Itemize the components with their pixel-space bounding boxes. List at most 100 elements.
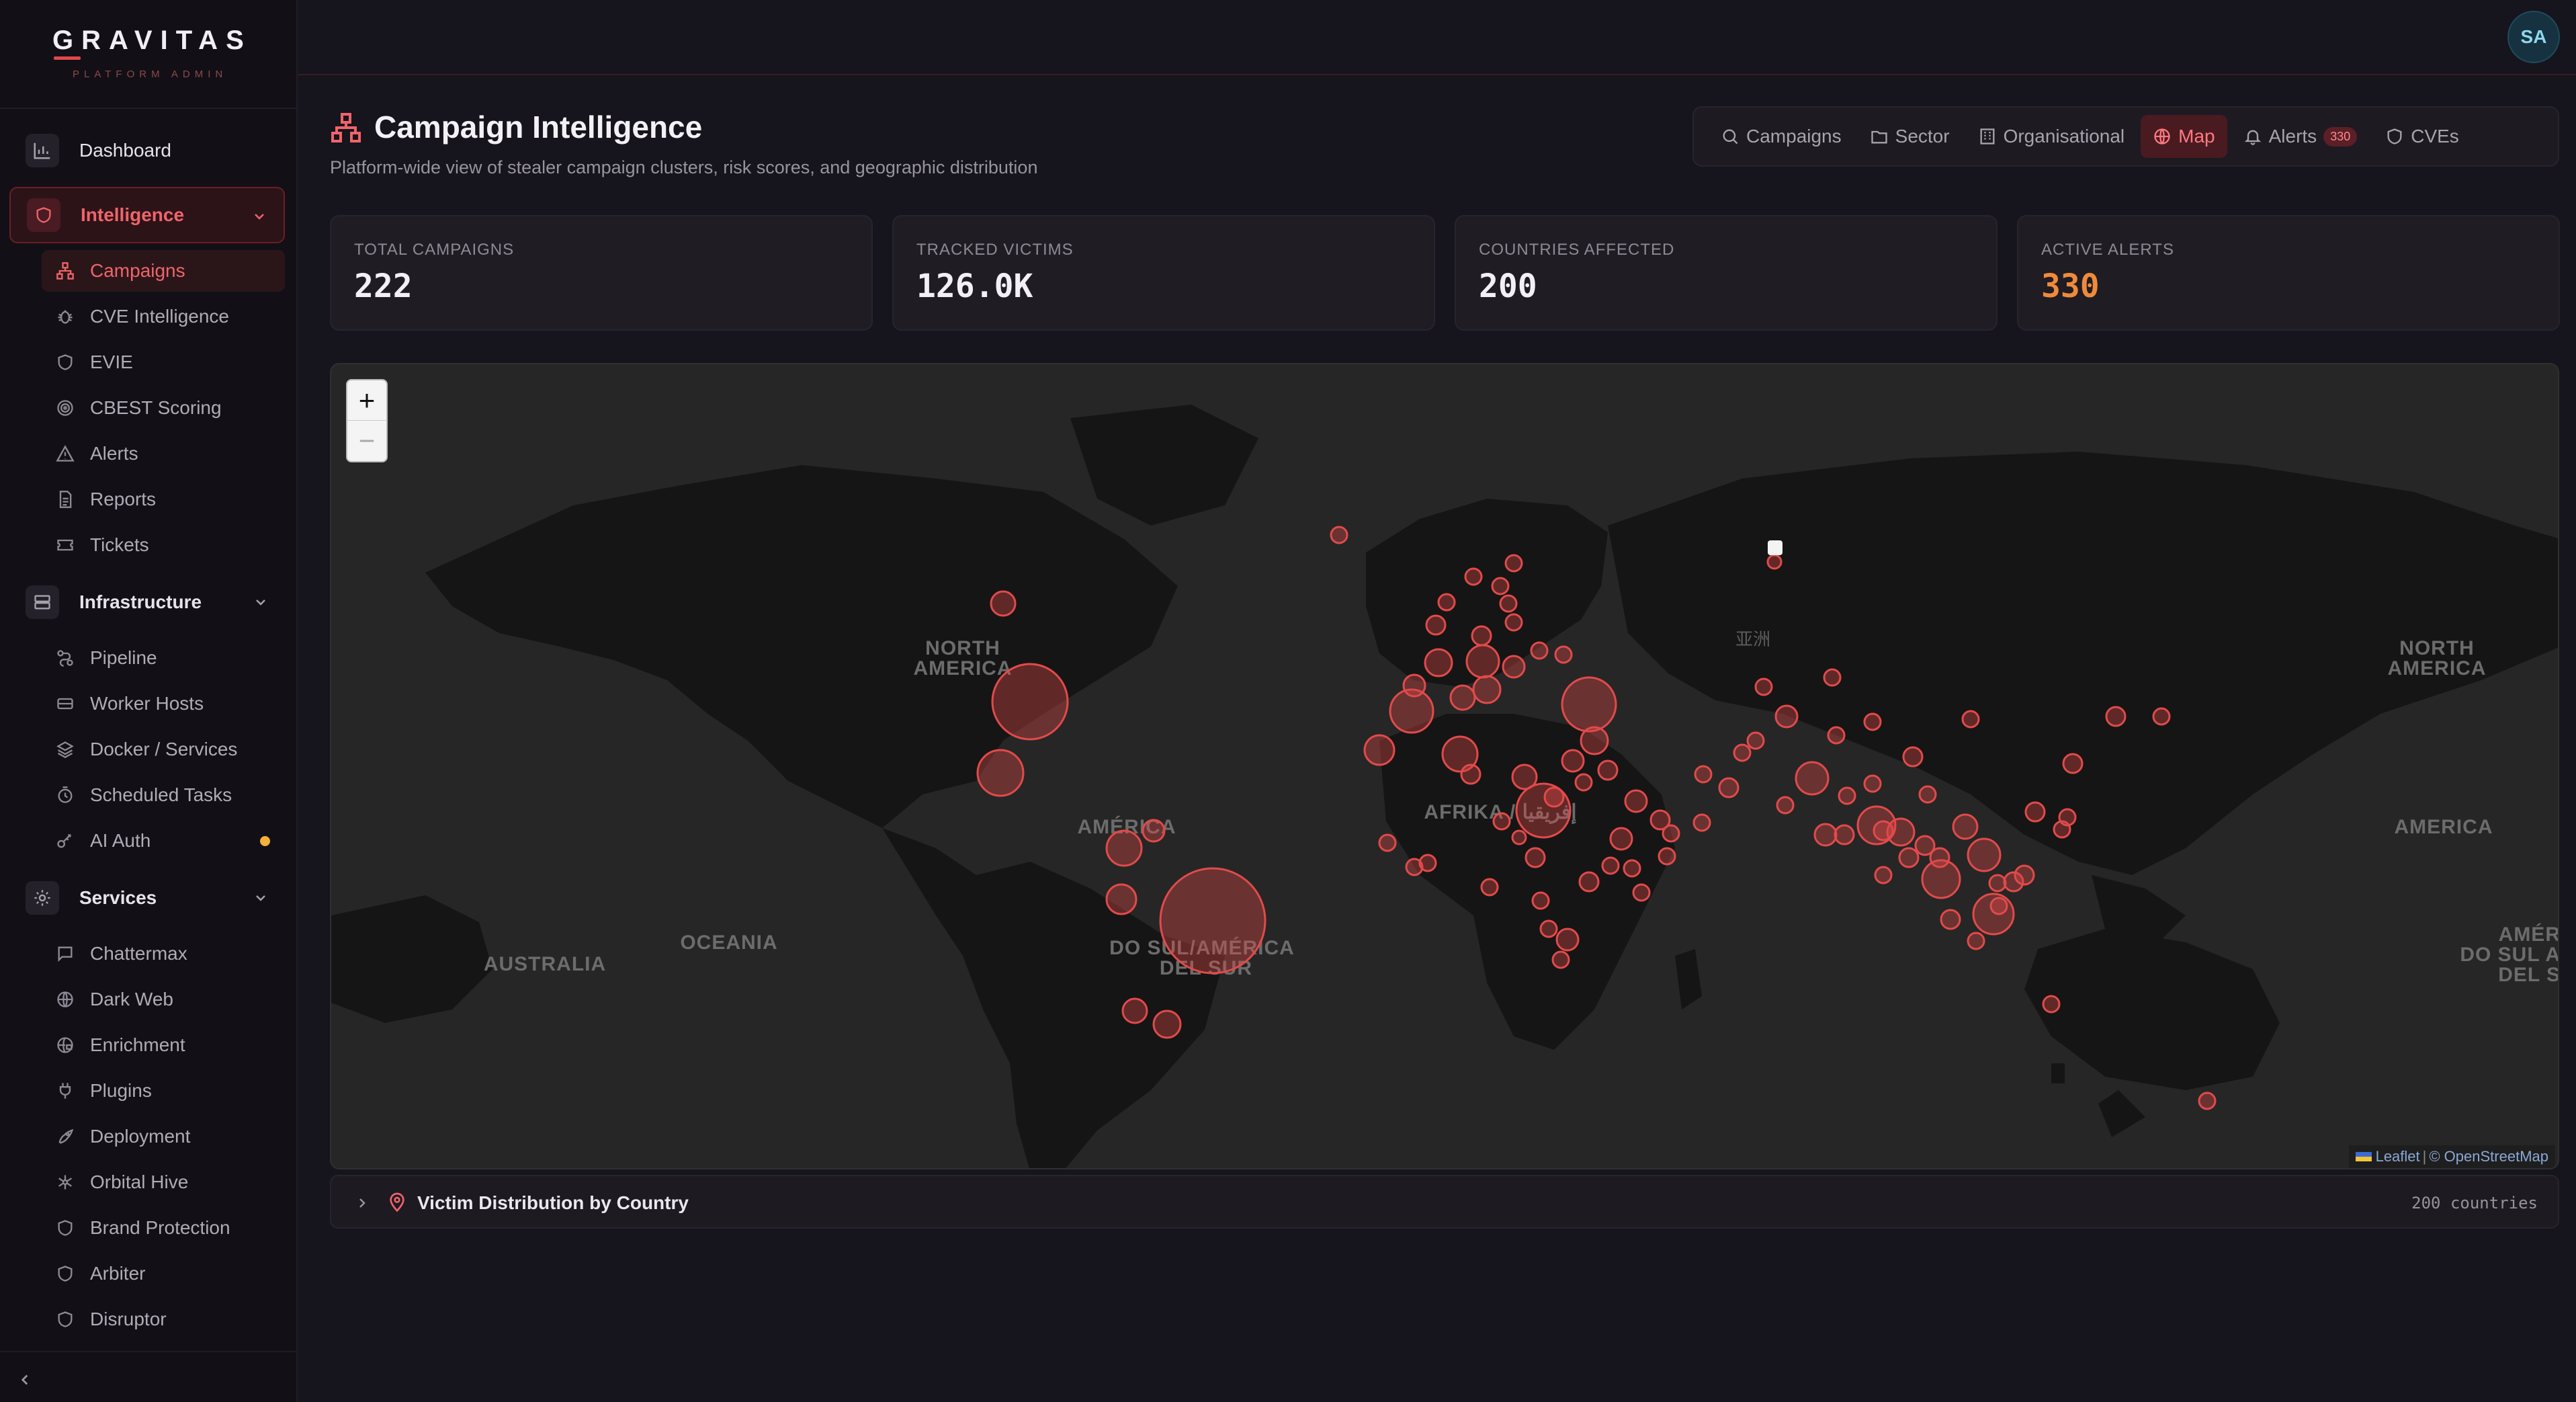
sidebar-item-cbest-scoring[interactable]: CBEST Scoring — [42, 387, 285, 429]
victim-bubble[interactable] — [1555, 927, 1580, 952]
victim-bubble[interactable] — [2062, 753, 2084, 774]
victim-bubble[interactable] — [1838, 786, 1856, 805]
leaflet-link[interactable]: Leaflet — [2376, 1148, 2420, 1165]
victim-bubble[interactable] — [991, 663, 1069, 741]
victim-bubble[interactable] — [1863, 712, 1882, 731]
victim-bubble[interactable] — [1918, 785, 1937, 804]
sidebar-item-dark-web[interactable]: Dark Web — [42, 979, 285, 1020]
victim-bubble[interactable] — [1464, 567, 1483, 586]
victim-bubble[interactable] — [2024, 801, 2046, 823]
sidebar-item-cve-intelligence[interactable]: CVE Intelligence — [42, 296, 285, 337]
victim-bubble[interactable] — [1121, 997, 1148, 1024]
victim-bubble[interactable] — [1988, 874, 2007, 893]
map-pin-marker[interactable] — [1766, 540, 1783, 570]
victim-bubble[interactable] — [2058, 808, 2077, 827]
sidebar-item-enrichment[interactable]: Enrichment — [42, 1024, 285, 1066]
victim-bubble[interactable] — [1460, 764, 1482, 785]
tab-organisational[interactable]: Organisational — [1966, 115, 2137, 158]
victim-bubble[interactable] — [1425, 614, 1447, 636]
victim-bubble[interactable] — [1480, 878, 1499, 897]
victim-bubble[interactable] — [1418, 854, 1437, 872]
victim-bubble[interactable] — [1823, 668, 1842, 687]
sidebar-item-orbital-hive[interactable]: Orbital Hive — [42, 1161, 285, 1203]
victim-bubble[interactable] — [1623, 859, 1641, 878]
victim-bubble[interactable] — [1437, 593, 1456, 612]
victim-bubble[interactable] — [1402, 673, 1426, 698]
victim-bubble[interactable] — [1929, 847, 1950, 868]
sidebar-item-scheduled-tasks[interactable]: Scheduled Tasks — [42, 774, 285, 816]
victim-bubble[interactable] — [1465, 644, 1500, 679]
victim-bubble[interactable] — [1142, 819, 1166, 843]
victim-bubble[interactable] — [1580, 726, 1609, 755]
sidebar-group-infrastructure[interactable]: Infrastructure — [9, 574, 285, 630]
sidebar-item-evie[interactable]: EVIE — [42, 341, 285, 383]
victim-bubble[interactable] — [2105, 706, 2127, 727]
victim-bubble[interactable] — [1330, 526, 1348, 544]
tab-map[interactable]: Map — [2141, 115, 2227, 158]
victim-bubble[interactable] — [2042, 995, 2061, 1014]
victim-bubble[interactable] — [1658, 847, 1676, 866]
sidebar-item-alerts[interactable]: Alerts — [42, 433, 285, 475]
victim-bubble[interactable] — [1874, 866, 1893, 884]
victim-bubble[interactable] — [1609, 827, 1633, 851]
victim-bubble[interactable] — [1989, 897, 2008, 915]
sidebar-item-pipeline[interactable]: Pipeline — [42, 637, 285, 679]
victim-bubble[interactable] — [1561, 749, 1585, 773]
victim-bubble[interactable] — [2198, 1091, 2217, 1110]
victim-bubble[interactable] — [1961, 710, 1980, 729]
sidebar-item-arbiter[interactable]: Arbiter — [42, 1253, 285, 1294]
victim-bubble[interactable] — [1795, 761, 1830, 796]
victim-bubble[interactable] — [1378, 833, 1397, 852]
sidebar-item-docker-services[interactable]: Docker / Services — [42, 729, 285, 770]
sidebar-item-ai-auth[interactable]: AI Auth — [42, 820, 285, 862]
tab-cves[interactable]: CVEs — [2373, 115, 2471, 158]
tab-sector[interactable]: Sector — [1858, 115, 1962, 158]
victim-bubble[interactable] — [1967, 932, 1985, 950]
victim-bubble[interactable] — [1105, 883, 1137, 915]
tab-alerts[interactable]: Alerts 330 — [2231, 115, 2370, 158]
victim-bubble[interactable] — [1952, 813, 1979, 840]
sidebar-item-reports[interactable]: Reports — [42, 479, 285, 520]
victim-bubble[interactable] — [1601, 856, 1620, 875]
victim-bubble[interactable] — [1152, 1009, 1182, 1039]
victim-bubble[interactable] — [1898, 847, 1920, 868]
victim-bubble[interactable] — [2014, 864, 2035, 886]
zoom-out-button[interactable]: − — [347, 421, 386, 461]
victim-bubble[interactable] — [1105, 829, 1143, 867]
sidebar-item-dashboard[interactable]: Dashboard — [9, 122, 285, 179]
victim-bubble[interactable] — [1574, 773, 1593, 792]
victim-bubble[interactable] — [1774, 704, 1799, 729]
sidebar-item-worker-hosts[interactable]: Worker Hosts — [42, 683, 285, 725]
victim-bubble[interactable] — [1813, 823, 1838, 847]
sidebar-item-deployment[interactable]: Deployment — [42, 1116, 285, 1157]
victim-bubble[interactable] — [1492, 812, 1511, 831]
sidebar-item-plugins[interactable]: Plugins — [42, 1070, 285, 1112]
victim-bubble[interactable] — [1863, 774, 1882, 793]
victim-bubble[interactable] — [1511, 829, 1527, 846]
victim-bubble[interactable] — [1363, 734, 1396, 766]
victim-bubble[interactable] — [1525, 847, 1546, 868]
victim-bubble[interactable] — [1624, 789, 1648, 813]
victim-bubble[interactable] — [1449, 684, 1476, 711]
victim-bubble[interactable] — [1718, 777, 1740, 798]
victim-bubble[interactable] — [1873, 820, 1894, 841]
victim-bubble[interactable] — [1504, 554, 1523, 573]
victim-bubble[interactable] — [1578, 871, 1600, 893]
victim-bubble[interactable] — [1754, 677, 1773, 696]
victim-bubble[interactable] — [1902, 746, 1924, 768]
world-map[interactable]: NORTHAMERICAAFRIKA / إفريقياAMÉRICADO SU… — [330, 363, 2559, 1169]
victim-bubble[interactable] — [1632, 883, 1651, 902]
sidebar-item-tickets[interactable]: Tickets — [42, 524, 285, 566]
victim-bubble[interactable] — [1530, 641, 1549, 660]
tab-campaigns[interactable]: Campaigns — [1709, 115, 1854, 158]
victim-bubble[interactable] — [1551, 950, 1570, 969]
victim-bubble[interactable] — [1662, 824, 1680, 843]
victim-bubble[interactable] — [1561, 676, 1617, 733]
victim-bubble[interactable] — [1692, 813, 1711, 832]
sidebar-group-intelligence[interactable]: Intelligence — [9, 187, 285, 243]
victim-bubble[interactable] — [1597, 759, 1619, 781]
sidebar-item-chattermax[interactable]: Chattermax — [42, 933, 285, 975]
victim-bubble[interactable] — [1543, 786, 1565, 808]
zoom-in-button[interactable]: + — [347, 380, 386, 421]
victim-bubble[interactable] — [1554, 645, 1573, 664]
